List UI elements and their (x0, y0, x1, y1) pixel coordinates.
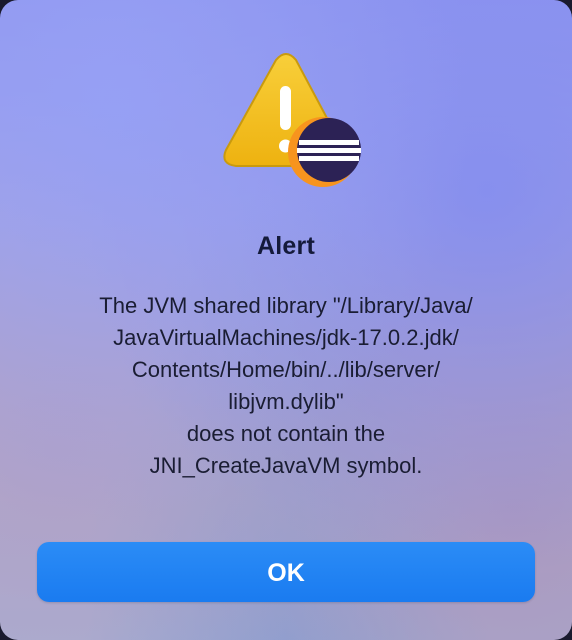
dialog-message: The JVM shared library "/Library/Java/ J… (40, 290, 532, 482)
dialog-title: Alert (257, 232, 315, 260)
message-line: Contents/Home/bin/../lib/server/ (131, 357, 441, 382)
message-line: JavaVirtualMachines/jdk-17.0.2.jdk/ (113, 325, 459, 350)
eclipse-logo-icon (288, 117, 361, 187)
ok-button[interactable]: OK (37, 542, 535, 602)
alert-dialog: Alert The JVM shared library "/Library/J… (0, 0, 572, 640)
alert-icon-group (216, 52, 362, 187)
message-line: libjvm.dylib" (228, 389, 344, 414)
message-line: JNI_CreateJavaVM symbol. (149, 453, 423, 478)
message-line: The JVM shared library "/Library/Java/ (99, 293, 473, 318)
message-line: does not contain the (186, 421, 386, 446)
